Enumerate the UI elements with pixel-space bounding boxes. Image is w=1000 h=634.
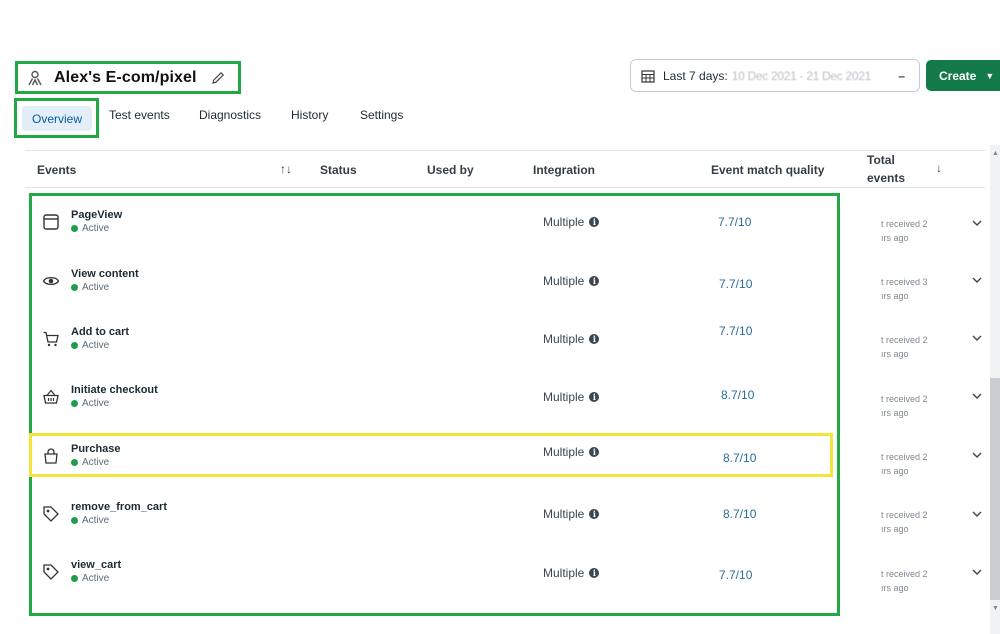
chevron-down-icon[interactable]	[971, 274, 983, 286]
date-range-value: 10 Dec 2021 - 21 Dec 2021	[731, 68, 872, 83]
last-received: t received 2 ırs ago	[881, 335, 928, 359]
last-received: t received 2 ırs ago	[881, 510, 928, 534]
scroll-up-icon[interactable]: ▲	[992, 150, 999, 157]
chevron-down-icon[interactable]	[971, 566, 983, 578]
col-integration[interactable]: Integration	[533, 163, 595, 177]
create-button[interactable]: Create ▼	[926, 60, 1000, 91]
chevron-down-icon[interactable]	[971, 217, 983, 229]
events-table-header: Events ↑↓ Status Used by Integration Eve…	[25, 150, 985, 188]
events-annotation-box	[29, 193, 840, 616]
chevron-down-icon[interactable]	[971, 449, 983, 461]
tab-overview[interactable]: Overview	[22, 106, 92, 131]
tab-settings[interactable]: Settings	[360, 108, 403, 122]
col-status[interactable]: Status	[320, 163, 357, 177]
create-button-label: Create	[939, 68, 977, 83]
pencil-icon[interactable]	[211, 70, 227, 86]
tab-overview-annotation: Overview	[14, 98, 99, 138]
page-title: Alex's E-com/pixel	[54, 68, 197, 86]
chevron-down-icon[interactable]	[971, 390, 983, 402]
tab-test-events[interactable]: Test events	[109, 108, 170, 122]
last-received: t received 2 ırs ago	[881, 394, 928, 418]
calendar-icon	[641, 68, 657, 84]
col-total-events-line2[interactable]: events	[867, 171, 905, 185]
col-events[interactable]: Events	[37, 163, 76, 177]
last-received: t received 2 ırs ago	[881, 452, 928, 476]
last-received: t received 2 ırs ago	[881, 569, 928, 593]
last-received: t received 2 ırs ago	[881, 219, 928, 243]
caret-down-icon: ▼	[985, 70, 995, 81]
tab-diagnostics[interactable]: Diagnostics	[199, 108, 261, 122]
scrollbar-thumb[interactable]	[990, 378, 1000, 600]
col-used-by[interactable]: Used by	[427, 163, 474, 177]
sort-icon[interactable]: ↑↓	[280, 162, 292, 176]
date-clear-icon[interactable]: –	[898, 69, 905, 83]
col-total-events-line1[interactable]: Total	[867, 153, 895, 167]
col-event-match-quality[interactable]: Event match quality	[711, 163, 824, 177]
date-range-picker[interactable]: Last 7 days: 10 Dec 2021 - 21 Dec 2021 –	[630, 59, 920, 92]
sort-down-icon[interactable]: ↓	[936, 161, 942, 175]
tab-history[interactable]: History	[291, 108, 328, 122]
pixel-title-box: Alex's E-com/pixel	[15, 61, 241, 94]
scroll-down-icon[interactable]: ▼	[992, 605, 999, 612]
pixel-icon	[26, 69, 44, 87]
chevron-down-icon[interactable]	[971, 508, 983, 520]
last-received: t received 3 ırs ago	[881, 277, 928, 301]
purchase-highlight-box	[29, 433, 833, 477]
chevron-down-icon[interactable]	[971, 332, 983, 344]
date-range-label: Last 7 days:	[663, 68, 728, 83]
